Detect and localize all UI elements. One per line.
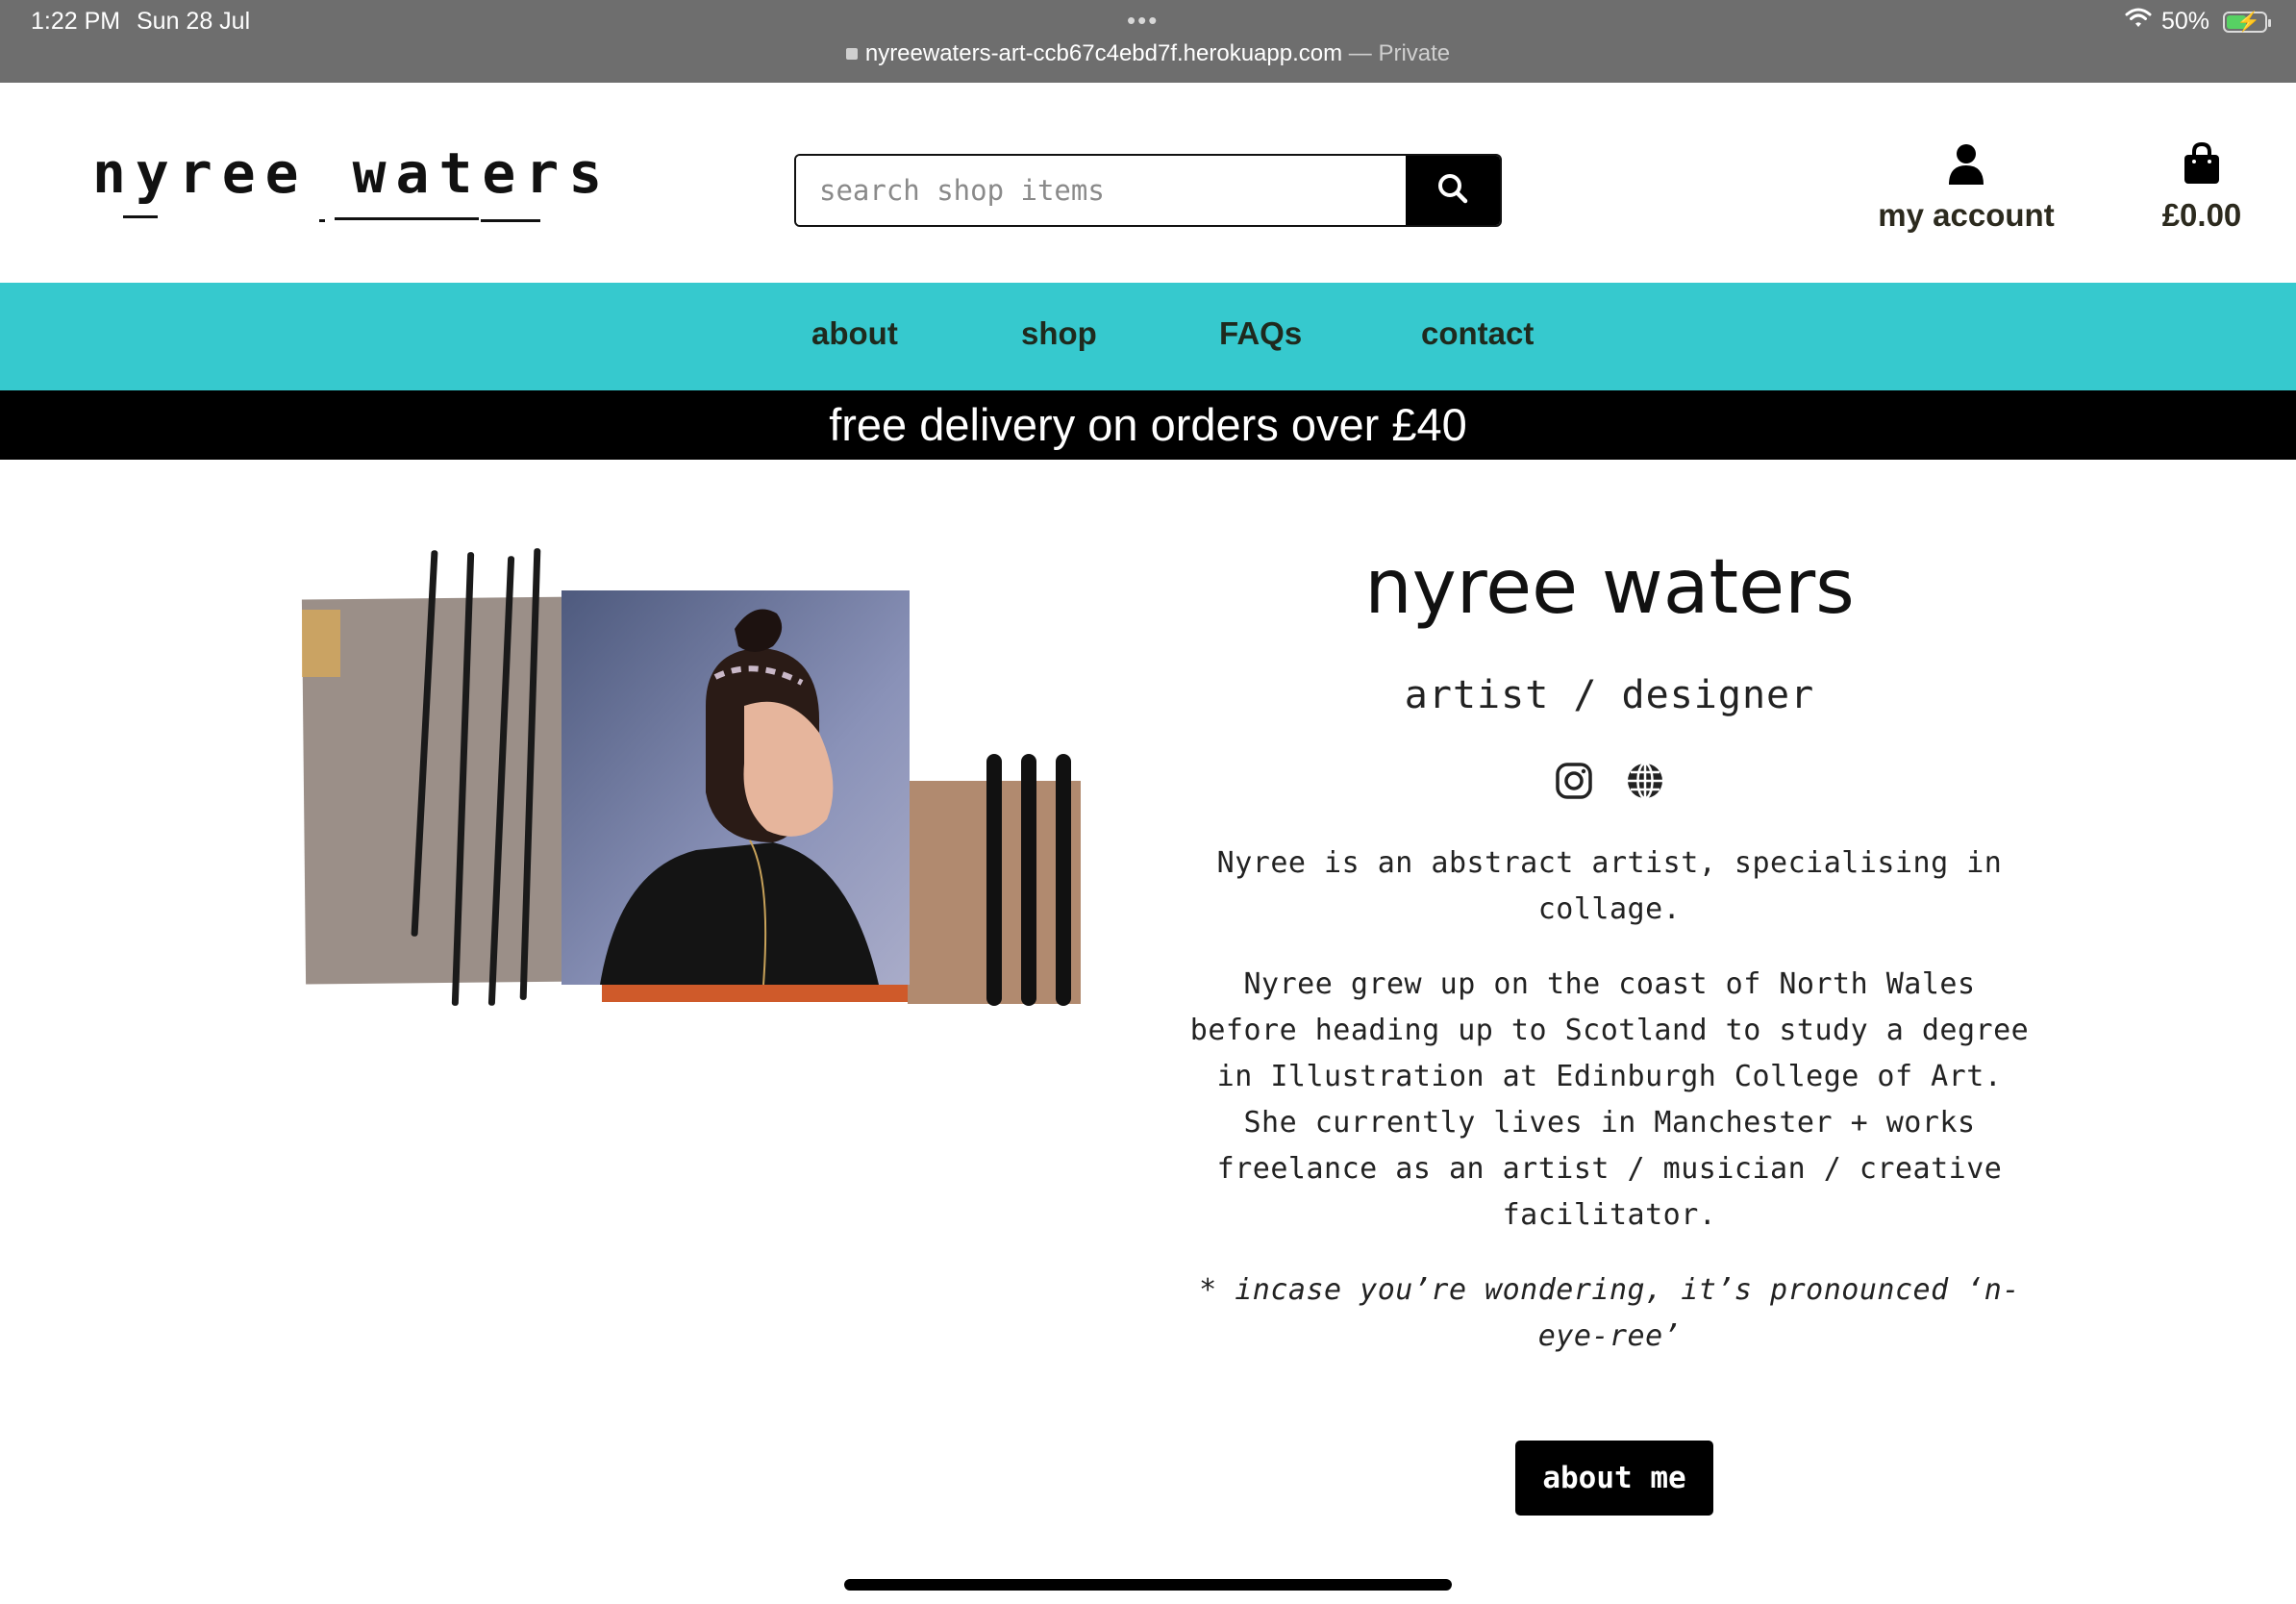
my-account-link[interactable]: my account xyxy=(1865,142,2067,234)
lock-icon xyxy=(845,48,858,60)
site-header: nyreewaters my account xyxy=(0,83,2296,283)
delivery-banner: free delivery on orders over £40 xyxy=(0,390,2296,460)
search-button[interactable] xyxy=(1406,156,1500,225)
pronunciation-note: * incase you’re wondering, it’s pronounc… xyxy=(1199,1273,2020,1353)
globe-icon[interactable] xyxy=(1626,762,1664,800)
my-account-label: my account xyxy=(1878,197,2055,233)
artist-name-heading: nyree waters xyxy=(1364,544,1855,631)
portrait-photo xyxy=(562,590,910,985)
logo-word-nyree: nyree xyxy=(92,140,309,206)
status-date: Sun 28 Jul xyxy=(137,8,251,35)
battery-percent: 50% xyxy=(2160,8,2209,35)
nav-about[interactable]: about xyxy=(811,315,898,352)
instagram-icon[interactable] xyxy=(1555,762,1593,800)
status-right: 50% ⚡ xyxy=(2125,8,2271,36)
tab-options-icon[interactable]: ••• xyxy=(1127,6,1159,36)
nav-shop[interactable]: shop xyxy=(1021,315,1097,352)
artist-subtitle: artist / designer xyxy=(1404,673,1815,717)
intro-paragraph: Nyree is an abstract artist, specialisin… xyxy=(1216,846,2003,926)
bag-total: £0.00 xyxy=(2161,197,2242,233)
address-bar[interactable]: nyreewaters-art-ccb67c4ebd7f.herokuapp.c… xyxy=(0,40,2296,67)
search-icon xyxy=(1435,171,1470,211)
wifi-icon xyxy=(2125,8,2152,36)
collage-paper-left xyxy=(301,596,586,985)
social-links xyxy=(1183,762,2036,800)
shopping-bag-icon xyxy=(2183,141,2221,188)
status-time: 1:22 PM xyxy=(31,8,121,35)
shopping-bag-link[interactable]: £0.00 xyxy=(2134,141,2269,234)
site-logo[interactable]: nyree waters xyxy=(92,140,602,222)
main-nav: about shop FAQs contact xyxy=(0,283,2296,390)
status-bar: 1:22 PM Sun 28 Jul ••• 50% ⚡ nyreewaters… xyxy=(0,0,2296,83)
search-input[interactable] xyxy=(796,156,1406,225)
intro-section: nyree waters artist / designer Nyree is … xyxy=(1183,539,2036,1516)
private-label: — Private xyxy=(1348,40,1451,66)
user-icon xyxy=(1947,144,1985,188)
home-indicator xyxy=(844,1579,1452,1591)
search-bar xyxy=(794,154,1502,227)
nav-contact[interactable]: contact xyxy=(1421,315,1534,352)
logo-word-waters: waters xyxy=(352,140,612,206)
about-me-button[interactable]: about me xyxy=(1515,1441,1713,1516)
collage-portrait-image xyxy=(301,548,1081,1012)
nav-faqs[interactable]: FAQs xyxy=(1219,315,1302,352)
bio-paragraph: Nyree grew up on the coast of North Wale… xyxy=(1189,967,2030,1232)
battery-icon: ⚡ xyxy=(2223,11,2271,33)
url-text: nyreewaters-art-ccb67c4ebd7f.herokuapp.c… xyxy=(864,40,1343,66)
